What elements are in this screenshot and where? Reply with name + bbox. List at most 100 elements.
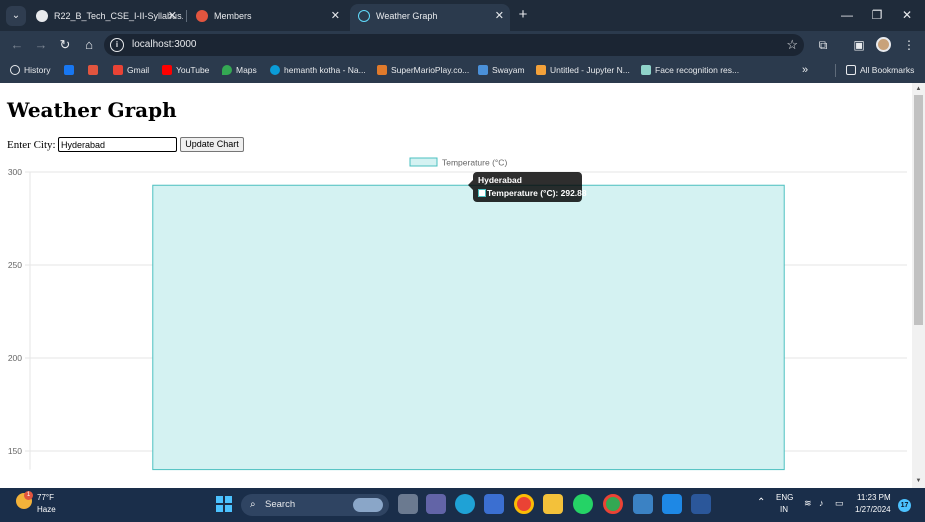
tab-search-button[interactable]: ⌄	[6, 6, 26, 26]
bookmark-label: Swayam	[492, 65, 525, 75]
weather-temperature[interactable]: 77°F	[37, 493, 54, 502]
bookmark-jupyter[interactable]: Untitled - Jupyter N...	[536, 59, 630, 81]
chrome-active-icon[interactable]	[603, 494, 623, 514]
close-window-button[interactable]: ✕	[892, 4, 922, 26]
extensions-icon[interactable]: ⧉	[812, 34, 834, 56]
reload-icon[interactable]: ↻	[54, 34, 76, 56]
mail-icon	[88, 65, 98, 75]
chart-bar[interactable]	[152, 184, 785, 471]
bookmarks-separator	[835, 64, 836, 77]
bookmark-supermario[interactable]: SuperMarioPlay.co...	[377, 59, 469, 81]
file-explorer-icon[interactable]	[543, 494, 563, 514]
screen: ⌄ R22_B_Tech_CSE_I-II-Syllabus.p ✕ Membe…	[0, 0, 925, 522]
bookmark-history[interactable]: History	[10, 59, 50, 81]
tooltip-color-swatch	[478, 189, 486, 197]
tab-label: R22_B_Tech_CSE_I-II-Syllabus.p	[54, 11, 183, 21]
bookmark-youtube[interactable]: YouTube	[162, 59, 209, 81]
bookmark-label: Gmail	[127, 65, 150, 75]
profile-avatar[interactable]	[876, 37, 891, 52]
tab-strip: ⌄ R22_B_Tech_CSE_I-II-Syllabus.p ✕ Membe…	[0, 0, 925, 31]
search-highlight-icon	[353, 498, 383, 512]
city-label: Enter City:	[7, 139, 56, 151]
clock-time[interactable]: 11:23 PM	[857, 493, 891, 502]
taskbar-search[interactable]: ⌕ Search	[241, 494, 389, 516]
notification-badge[interactable]: 17	[898, 499, 911, 512]
bookmark-facebook[interactable]	[64, 59, 78, 81]
all-bookmarks-button[interactable]: All Bookmarks	[846, 59, 914, 81]
restore-button[interactable]: ❐	[862, 4, 892, 26]
home-icon[interactable]: ⌂	[78, 34, 100, 56]
y-tick-label: 150	[8, 446, 22, 456]
vscode-icon[interactable]	[662, 494, 682, 514]
close-icon[interactable]: ✕	[495, 4, 504, 28]
close-icon[interactable]: ✕	[331, 4, 340, 28]
temperature-chart: 150 200 250 300 Temperature (°C)	[8, 157, 907, 471]
search-icon: ⌕	[250, 499, 256, 510]
language-secondary[interactable]: IN	[780, 505, 788, 514]
bookmark-star-icon[interactable]: ☆	[786, 34, 798, 56]
volume-icon[interactable]: ♪	[819, 498, 824, 508]
history-icon	[10, 65, 20, 75]
site-info-icon[interactable]: i	[110, 38, 124, 52]
language-primary[interactable]: ENG	[776, 493, 793, 502]
back-arrow-icon[interactable]: ←	[6, 34, 28, 56]
minimize-button[interactable]: —	[832, 4, 862, 26]
city-input[interactable]	[58, 137, 177, 152]
clock-date[interactable]: 1/27/2024	[855, 505, 891, 514]
weather-badge: 1	[24, 491, 33, 500]
cloud-icon	[270, 65, 280, 75]
y-tick-label: 300	[8, 167, 22, 177]
bookmark-gmail[interactable]: Gmail	[113, 59, 149, 81]
tooltip-body: Temperature (°C): 292.88	[487, 188, 587, 198]
bookmarks-overflow-button[interactable]: »	[802, 59, 808, 81]
chart-legend: Temperature (°C)	[409, 157, 507, 168]
gmail-icon	[113, 65, 123, 75]
whatsapp-icon[interactable]	[573, 494, 593, 514]
bookmark-mail[interactable]	[88, 59, 102, 81]
bookmark-label: Face recognition res...	[655, 65, 740, 75]
side-panel-icon[interactable]: ▣	[848, 34, 870, 56]
tab-members[interactable]: Members ✕	[188, 4, 346, 31]
folder-icon	[846, 65, 856, 75]
chart-tooltip: Hyderabad Temperature (°C): 292.88	[473, 172, 587, 202]
bookmark-maps[interactable]: Maps	[222, 59, 257, 81]
edge-icon[interactable]	[455, 494, 475, 514]
globe-icon	[36, 10, 48, 22]
task-view-icon[interactable]	[398, 494, 418, 514]
forward-arrow-icon[interactable]: →	[30, 34, 52, 56]
close-icon[interactable]: ✕	[168, 4, 177, 28]
page-title: Weather Graph	[7, 98, 177, 122]
tab-weather-graph[interactable]: Weather Graph ✕	[350, 4, 510, 31]
store-icon[interactable]	[484, 494, 504, 514]
members-site-icon	[196, 10, 208, 22]
wifi-icon[interactable]: ≋	[804, 498, 812, 509]
tray-chevron-up-icon[interactable]: ⌃	[757, 497, 765, 508]
chrome-icon[interactable]	[514, 494, 534, 514]
facebook-icon	[64, 65, 74, 75]
legend-swatch[interactable]	[409, 157, 438, 167]
word-icon[interactable]	[691, 494, 711, 514]
battery-icon[interactable]: ▭	[835, 498, 844, 509]
bookmark-swayam[interactable]: Swayam	[478, 59, 525, 81]
bookmark-face-recognition[interactable]: Face recognition res...	[641, 59, 739, 81]
menu-kebab-icon[interactable]: ⋮	[898, 34, 920, 56]
scroll-up-arrow-icon[interactable]: ▲	[914, 85, 923, 93]
scrollbar-thumb[interactable]	[914, 95, 923, 325]
bookmark-label: Untitled - Jupyter N...	[550, 65, 630, 75]
scroll-down-arrow-icon[interactable]: ▼	[914, 477, 923, 485]
address-bar[interactable]: i localhost:3000 ☆	[104, 34, 804, 56]
windows-start-icon[interactable]	[216, 496, 232, 512]
url-text: localhost:3000	[132, 39, 197, 50]
windows-taskbar: 1 77°F Haze ⌕ Search ⌃ ENG IN ≋ ♪ ▭ 11:2…	[0, 488, 925, 522]
notepad-icon[interactable]	[633, 494, 653, 514]
bookmark-hemanth[interactable]: hemanth kotha - Na...	[270, 59, 366, 81]
legend-label[interactable]: Temperature (°C)	[442, 158, 507, 168]
bookmark-label: History	[24, 65, 51, 75]
weather-condition[interactable]: Haze	[37, 505, 56, 514]
tab-syllabus[interactable]: R22_B_Tech_CSE_I-II-Syllabus.p ✕	[28, 4, 183, 31]
tab-label: Weather Graph	[376, 11, 438, 21]
bookmark-label: Maps	[236, 65, 257, 75]
teams-icon[interactable]	[426, 494, 446, 514]
update-chart-button[interactable]: Update Chart	[180, 137, 244, 152]
new-tab-button[interactable]: +	[513, 5, 533, 25]
